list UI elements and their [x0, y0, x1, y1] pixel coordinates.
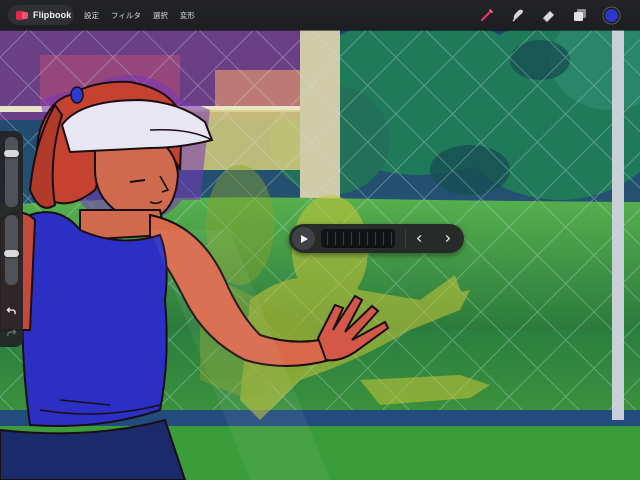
frame-tick — [359, 232, 360, 245]
smudge-tool[interactable] — [509, 6, 527, 24]
flipbook-logo-icon — [16, 10, 28, 20]
menu-settings[interactable]: 設定 — [84, 10, 99, 21]
current-color-swatch — [604, 8, 618, 22]
eraser-icon — [542, 11, 554, 23]
divider — [405, 230, 406, 247]
redo-icon — [7, 328, 17, 336]
frame-tick — [335, 232, 336, 245]
play-icon — [300, 234, 308, 243]
smudge-icon — [512, 9, 523, 22]
gallery-button[interactable]: Flipbook — [8, 5, 74, 25]
chevron-left-icon — [416, 234, 421, 243]
frame-tick — [391, 232, 392, 245]
action-menu: 設定 フィルタ 選択 変形 — [84, 0, 195, 30]
menu-transform[interactable]: 変形 — [180, 10, 195, 21]
frame-tick — [367, 232, 368, 245]
frame-timeline[interactable] — [321, 229, 395, 248]
frame-tick — [375, 232, 376, 245]
color-picker[interactable] — [602, 6, 620, 24]
frame-tick — [327, 232, 328, 245]
brush-size-slider[interactable] — [5, 137, 18, 207]
frame-tick — [383, 232, 384, 245]
app-name: Flipbook — [33, 10, 72, 20]
frame-tick — [351, 232, 352, 245]
frame-tick — [343, 232, 344, 245]
layers-tool[interactable] — [571, 6, 589, 24]
redo-button[interactable] — [4, 325, 19, 339]
play-button[interactable] — [292, 227, 315, 250]
brush-icon — [480, 9, 493, 22]
brush-tool[interactable] — [478, 6, 496, 24]
brush-size-handle[interactable] — [4, 149, 19, 157]
tool-group — [478, 5, 620, 25]
left-sidebar — [0, 131, 23, 347]
layers-icon — [574, 9, 586, 21]
playback-bar — [289, 224, 464, 253]
chevron-right-icon — [445, 234, 450, 243]
previous-frame-button[interactable] — [408, 227, 430, 250]
undo-button[interactable] — [4, 303, 19, 317]
next-frame-button[interactable] — [436, 227, 458, 250]
menu-select[interactable]: 選択 — [153, 10, 168, 21]
opacity-handle[interactable] — [4, 249, 19, 257]
undo-icon — [6, 306, 16, 314]
eraser-tool[interactable] — [540, 6, 558, 24]
menu-filter[interactable]: フィルタ — [111, 10, 141, 21]
top-toolbar: Flipbook 設定 フィルタ 選択 変形 — [0, 0, 640, 30]
